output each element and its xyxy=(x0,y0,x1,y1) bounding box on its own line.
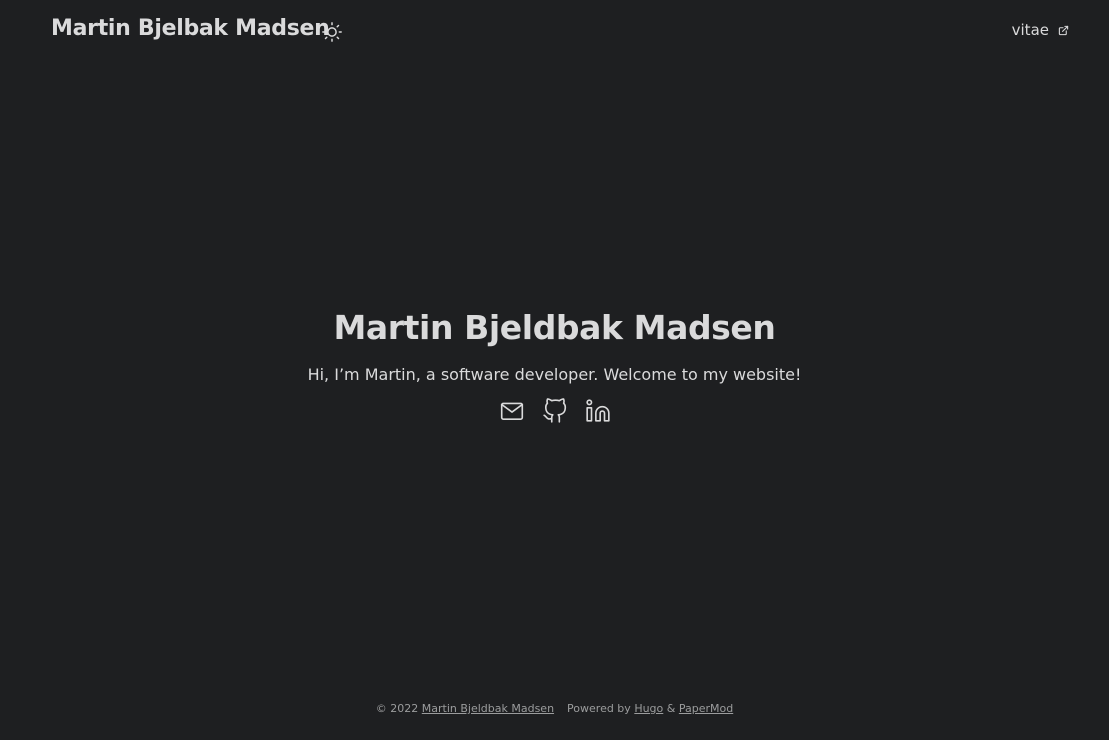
nav-link-vitae-label: vitae xyxy=(1011,21,1049,39)
site-footer: © 2022 Martin Bjeldbak Madsen Powered by… xyxy=(0,702,1109,715)
site-title-link[interactable]: Martin Bjelbak Madsen xyxy=(51,16,330,41)
footer-hugo-link[interactable]: Hugo xyxy=(634,702,663,715)
footer-papermod-link[interactable]: PaperMod xyxy=(679,702,733,715)
copyright-text: © 2022 xyxy=(375,702,419,715)
external-link-icon xyxy=(1058,25,1069,36)
powered-by-text: Powered by xyxy=(567,702,631,715)
linkedin-icon[interactable] xyxy=(585,398,611,424)
footer-owner-link[interactable]: Martin Bjeldbak Madsen xyxy=(422,702,554,715)
footer-ampersand: & xyxy=(666,702,676,715)
hero-subtitle: Hi, I’m Martin, a software developer. We… xyxy=(307,365,802,384)
mail-icon[interactable] xyxy=(499,398,525,424)
github-icon[interactable] xyxy=(542,398,568,424)
hero-title: Martin Bjeldbak Madsen xyxy=(333,308,776,347)
hero-section: Martin Bjeldbak Madsen Hi, I’m Martin, a… xyxy=(0,305,1109,424)
site-header: Martin Bjelbak Madsen vitae xyxy=(0,0,1109,64)
nav-link-vitae[interactable]: vitae xyxy=(1012,21,1069,39)
social-icons xyxy=(0,398,1109,424)
sun-icon[interactable] xyxy=(321,21,343,43)
